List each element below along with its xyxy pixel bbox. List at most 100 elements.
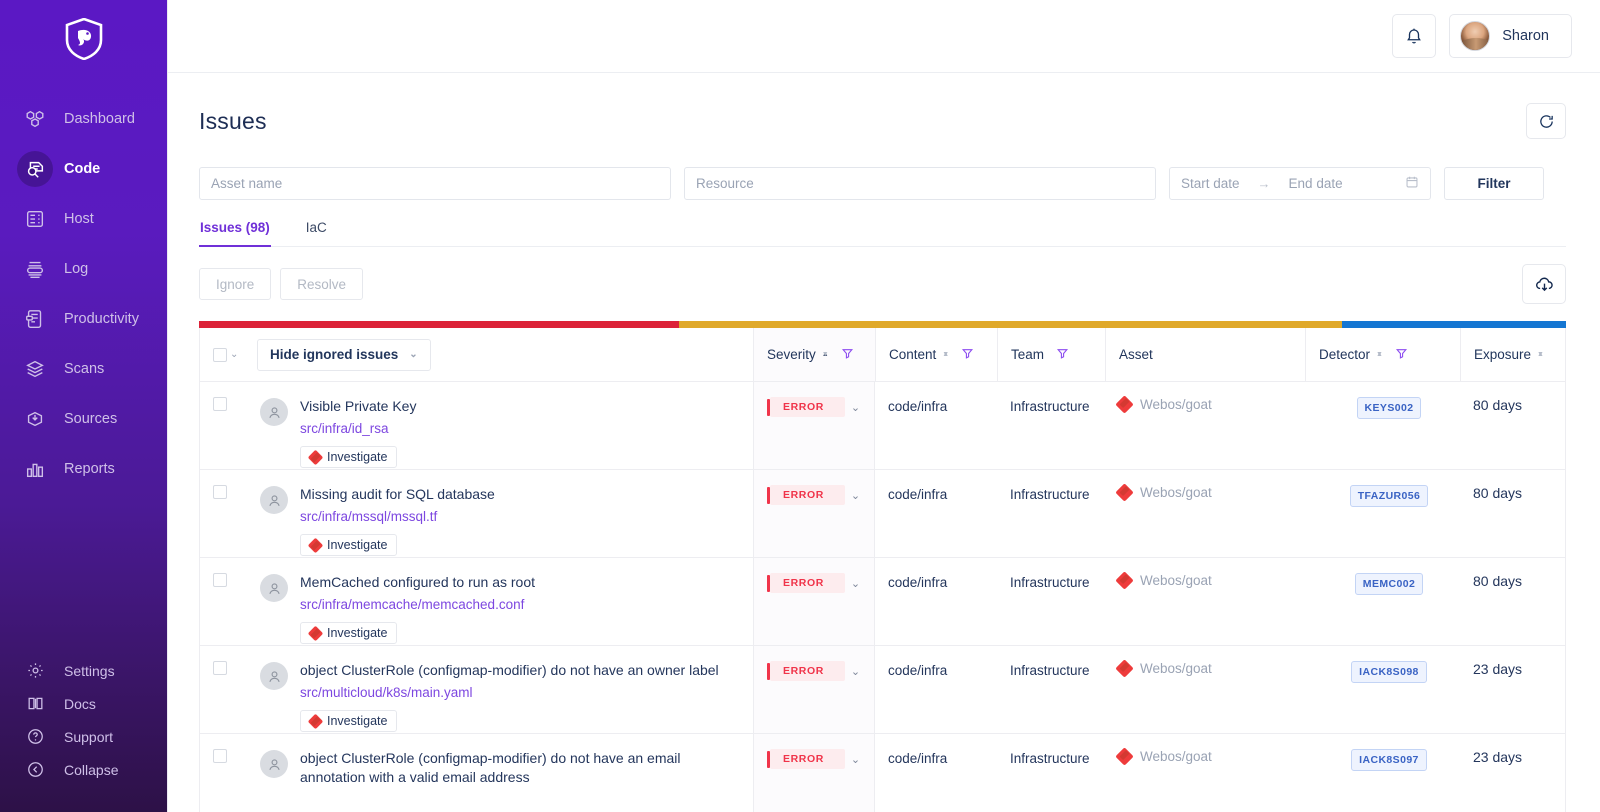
issue-path-link[interactable]: src/infra/memcache/memcached.conf [300, 596, 535, 614]
sidebar-item-dashboard[interactable]: Dashboard [0, 94, 167, 144]
issue-owner-avatar-icon [260, 398, 288, 426]
table-row[interactable]: object ClusterRole (configmap-modifier) … [200, 734, 1565, 812]
exposure-value: 23 days [1473, 661, 1522, 677]
column-header-asset[interactable]: Asset [1105, 328, 1305, 381]
issue-path-link[interactable]: src/infra/mssql/mssql.tf [300, 508, 495, 526]
select-all-checkbox[interactable] [213, 348, 227, 362]
issue-title[interactable]: object ClusterRole (configmap-modifier) … [300, 749, 743, 787]
investigate-badge[interactable]: Investigate [300, 446, 397, 468]
select-all-cell: ⌄ [200, 328, 247, 381]
app-logo[interactable] [0, 0, 167, 78]
resource-input[interactable]: Resource [684, 167, 1156, 200]
issue-path-link[interactable]: src/multicloud/k8s/main.yaml [300, 684, 719, 702]
table-row[interactable]: Missing audit for SQL database src/infra/… [200, 470, 1565, 558]
sidebar-item-scans[interactable]: Scans [0, 344, 167, 394]
asset-diamond-icon [1115, 395, 1133, 413]
table-row[interactable]: Visible Private Key src/infra/id_rsa Inves… [200, 382, 1565, 470]
funnel-icon[interactable] [961, 347, 974, 363]
filter-bar: Asset name Resource Start date → End dat… [199, 167, 1566, 200]
row-checkbox[interactable] [213, 661, 227, 675]
user-menu-button[interactable]: Sharon [1449, 14, 1572, 58]
column-header-team[interactable]: Team [997, 328, 1105, 381]
issue-title[interactable]: Missing audit for SQL database [300, 485, 495, 504]
chevron-down-icon[interactable]: ⌄ [851, 401, 860, 414]
severity-cell: ERROR⌄ [753, 734, 875, 812]
filter-button[interactable]: Filter [1444, 167, 1544, 200]
page-header: Issues [199, 73, 1566, 139]
investigate-badge[interactable]: Investigate [300, 534, 397, 556]
issue-title[interactable]: object ClusterRole (configmap-modifier) … [300, 661, 719, 680]
content-value: code/infra [888, 487, 947, 502]
asset-name-input[interactable]: Asset name [199, 167, 671, 200]
tab-issues[interactable]: Issues (98) [199, 220, 271, 246]
asset-diamond-icon [1115, 571, 1133, 589]
content-value: code/infra [888, 399, 947, 414]
sources-icon [22, 406, 48, 432]
detector-badge[interactable]: IACK8S097 [1351, 749, 1427, 771]
content-value: code/infra [888, 663, 947, 678]
row-checkbox[interactable] [213, 397, 227, 411]
issue-title[interactable]: Visible Private Key [300, 397, 416, 416]
sidebar-item-collapse[interactable]: Collapse [0, 753, 167, 786]
chevron-down-icon[interactable]: ⌄ [230, 349, 238, 360]
funnel-icon[interactable] [1056, 347, 1069, 363]
ignore-button[interactable]: Ignore [199, 268, 271, 300]
table-row[interactable]: MemCached configured to run as root src/i… [200, 558, 1565, 646]
sidebar-item-sources[interactable]: Sources [0, 394, 167, 444]
gear-icon [22, 658, 48, 684]
asset-diamond-icon [1115, 747, 1133, 765]
sidebar-item-code[interactable]: Code [0, 144, 167, 194]
range-arrow-icon: → [1258, 176, 1271, 191]
severity-segment-warning [679, 321, 1342, 328]
chevron-down-icon: ⌄ [409, 349, 417, 360]
detector-badge[interactable]: KEYS002 [1357, 397, 1422, 419]
funnel-icon[interactable] [841, 347, 854, 363]
column-header-detector[interactable]: Detector ▲▼ [1305, 328, 1460, 381]
sidebar-item-docs[interactable]: Docs [0, 687, 167, 720]
table-row[interactable]: object ClusterRole (configmap-modifier) … [200, 646, 1565, 734]
sidebar-item-productivity[interactable]: Productivity [0, 294, 167, 344]
notifications-button[interactable] [1392, 14, 1436, 58]
investigate-badge[interactable]: Investigate [300, 622, 397, 644]
tab-iac[interactable]: IaC [305, 220, 328, 246]
issue-cell: object ClusterRole (configmap-modifier) … [247, 646, 753, 733]
investigate-badge[interactable]: Investigate [300, 710, 397, 732]
row-checkbox[interactable] [213, 485, 227, 499]
chevron-down-icon[interactable]: ⌄ [851, 665, 860, 678]
row-select-cell [200, 382, 247, 469]
detector-badge[interactable]: MEMC002 [1355, 573, 1423, 595]
row-checkbox[interactable] [213, 573, 227, 587]
detector-badge[interactable]: TFAZUR056 [1350, 485, 1429, 507]
sidebar-item-log[interactable]: Log [0, 244, 167, 294]
date-range-input[interactable]: Start date → End date [1169, 167, 1431, 200]
hide-ignored-issues-dropdown[interactable]: Hide ignored issues ⌄ [257, 339, 431, 371]
content-value: code/infra [888, 575, 947, 590]
detector-badge[interactable]: IACK8S098 [1351, 661, 1427, 683]
sidebar-item-reports[interactable]: Reports [0, 444, 167, 494]
sidebar-item-support[interactable]: Support [0, 720, 167, 753]
chevron-down-icon[interactable]: ⌄ [851, 577, 860, 590]
bell-icon [1404, 26, 1424, 46]
chevron-down-icon[interactable]: ⌄ [851, 489, 860, 502]
column-header-severity[interactable]: Severity ▲▼ [753, 328, 875, 381]
download-button[interactable] [1522, 264, 1566, 304]
row-checkbox[interactable] [213, 749, 227, 763]
exposure-cell: 80 days [1460, 382, 1565, 469]
column-header-content[interactable]: Content ▲▼ [875, 328, 997, 381]
sidebar-item-label: Reports [64, 461, 115, 477]
column-header-exposure[interactable]: Exposure ▲▼ [1460, 328, 1565, 381]
asset-value: Webos/goat [1140, 749, 1212, 764]
funnel-icon[interactable] [1395, 347, 1408, 363]
resolve-button[interactable]: Resolve [280, 268, 363, 300]
issues-table: ⌄ Hide ignored issues ⌄ Severity ▲▼ [199, 328, 1566, 812]
issue-title[interactable]: MemCached configured to run as root [300, 573, 535, 592]
sidebar-item-host[interactable]: Host [0, 194, 167, 244]
page-content: Issues Asset name Resource Start date [168, 73, 1600, 812]
chevron-down-icon[interactable]: ⌄ [851, 753, 860, 766]
sidebar-item-settings[interactable]: Settings [0, 654, 167, 687]
calendar-icon [1405, 175, 1419, 192]
resource-placeholder: Resource [696, 176, 754, 191]
refresh-button[interactable] [1526, 103, 1566, 139]
issue-path-link[interactable]: src/infra/id_rsa [300, 420, 416, 438]
team-value: Infrastructure [1010, 663, 1090, 678]
